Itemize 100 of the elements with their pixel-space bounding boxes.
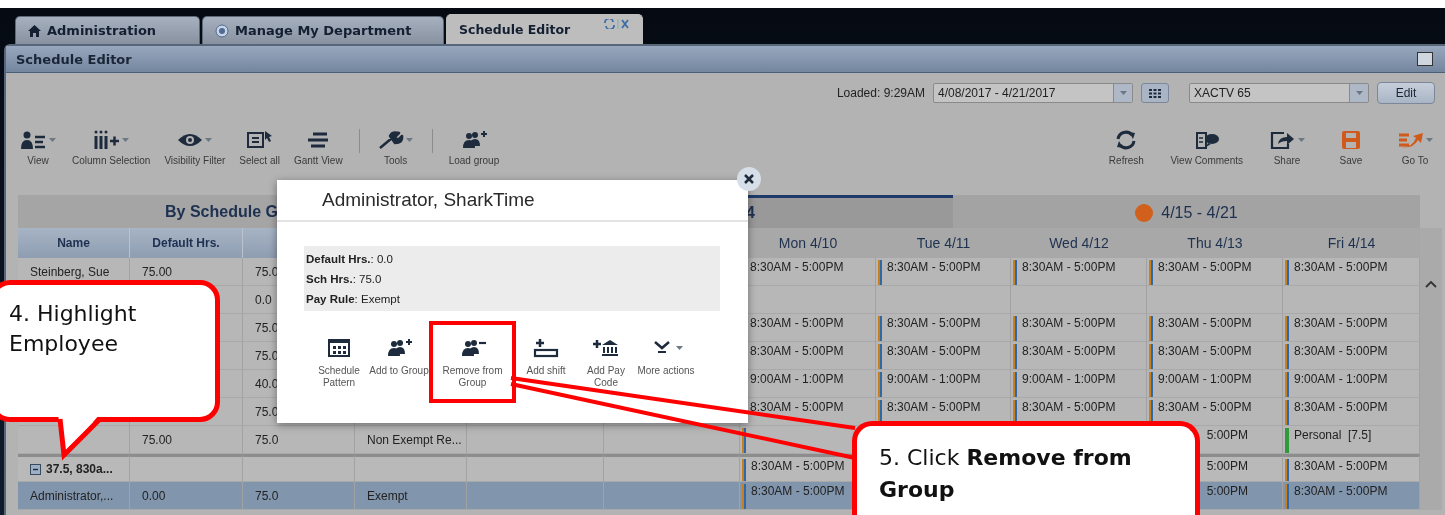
shift-time[interactable]: 8:30AM - 5:00PM: [1158, 260, 1252, 274]
shift-time[interactable]: 8:30AM - 5:00PM: [750, 344, 844, 358]
table-cell: Non Exempt Re...: [355, 426, 467, 454]
select-cursor-icon: [246, 130, 273, 150]
toolbar-button[interactable]: Visibility Filter: [164, 129, 226, 167]
people-minus-icon: [459, 338, 486, 358]
toolbar-button[interactable]: Save: [1331, 129, 1371, 167]
shift-time[interactable]: 8:30AM - 5:00PM: [750, 316, 844, 330]
toolbar-button[interactable]: View Comments: [1170, 129, 1243, 167]
action-button[interactable]: Add shift: [516, 337, 576, 377]
paycode-entry[interactable]: Personal [7.5]: [1294, 428, 1372, 442]
toolbar-button[interactable]: Share: [1267, 129, 1307, 167]
caret-icon: [121, 138, 129, 142]
tab[interactable]: Administration: [15, 16, 200, 44]
bank-plus-icon: [593, 338, 619, 358]
column-header[interactable]: Name: [18, 228, 130, 258]
action-button[interactable]: Add Pay Code: [576, 337, 636, 389]
shift-marker: [878, 344, 882, 369]
shift-time[interactable]: 8:30AM - 5:00PM: [1158, 400, 1252, 414]
shift-time[interactable]: 8:30AM - 5:00PM: [1158, 344, 1252, 358]
callout: 5. Click Remove from Group: [852, 421, 1200, 515]
action-button[interactable]: Remove from Group: [429, 321, 516, 403]
shift-marker: [1149, 260, 1153, 285]
shift-time[interactable]: 8:30AM - 5:00PM: [887, 316, 981, 330]
shift-time[interactable]: 8:30AM - 5:00PM: [1022, 316, 1116, 330]
action-button[interactable]: Add to Group: [369, 337, 429, 377]
shift-time[interactable]: 8:30AM - 5:00PM: [750, 260, 844, 274]
shift-time[interactable]: 8:30AM - 5:00PM: [1294, 260, 1388, 274]
shift-time[interactable]: 8:30AM - 5:00PM: [751, 484, 845, 498]
edit-button[interactable]: Edit: [1377, 82, 1435, 104]
location-dropdown[interactable]: XACTV 65: [1189, 83, 1369, 103]
shift-time[interactable]: 8:30AM - 5:00PM: [1294, 400, 1388, 414]
shift-time[interactable]: 8:30AM - 5:00PM: [1158, 316, 1252, 330]
week-tab[interactable]: 4/15 - 4/21: [953, 195, 1420, 228]
shift-time[interactable]: 9:00AM - 1:00PM: [887, 372, 981, 386]
calendar-button[interactable]: [1141, 83, 1169, 103]
shift-marker: [742, 484, 746, 509]
shift-time[interactable]: 9:00AM - 1:00PM: [1158, 372, 1252, 386]
shift-time[interactable]: 8:30AM - 5:00PM: [1022, 344, 1116, 358]
tab[interactable]: Schedule Editor: [446, 14, 643, 44]
add-shift-icon: [533, 338, 559, 358]
maximize-icon[interactable]: [1417, 52, 1433, 66]
shift-time[interactable]: 8:30AM - 5:00PM: [887, 344, 981, 358]
loaded-time: Loaded: 9:29AM: [836, 86, 925, 100]
shift-marker: [1285, 316, 1289, 341]
date-range-dropdown[interactable]: 4/08/2017 - 4/21/2017: [933, 83, 1133, 103]
toolbar-button[interactable]: Tools: [375, 129, 416, 167]
day-header: Fri 4/14: [1283, 228, 1420, 258]
shift-time[interactable]: 8:30AM - 5:00PM: [1294, 316, 1388, 330]
shift-marker: [1149, 372, 1153, 397]
toolbar-button[interactable]: Refresh: [1106, 129, 1147, 167]
window-title: Schedule Editor: [16, 51, 132, 67]
shift-time[interactable]: 9:00AM - 1:00PM: [1294, 372, 1388, 386]
goto-arrow-icon: [1397, 130, 1424, 150]
shift-time[interactable]: 5:00PM: [1206, 459, 1248, 473]
toolbar-button[interactable]: Select all: [239, 129, 280, 167]
shift-time[interactable]: 9:00AM - 1:00PM: [1022, 372, 1116, 386]
shift-time[interactable]: 9:00AM - 1:00PM: [750, 372, 844, 386]
popup-title: Administrator, SharkTime: [322, 189, 535, 211]
grid-icon: [1149, 88, 1161, 98]
toolbar-button[interactable]: View: [18, 129, 58, 167]
caret-icon: [1355, 91, 1363, 95]
shift-time[interactable]: 8:30AM - 5:00PM: [1294, 484, 1388, 498]
shift-time[interactable]: 8:30AM - 5:00PM: [751, 459, 845, 473]
calendar-grid-icon: [326, 338, 352, 358]
caret-icon: [676, 346, 683, 350]
shift-marker: [1285, 400, 1289, 425]
group-name[interactable]: 37.5, 830a...: [46, 462, 113, 476]
shift-marker: [1013, 316, 1017, 341]
scrollbar[interactable]: [1420, 228, 1442, 510]
close-icon[interactable]: [736, 166, 762, 192]
column-header[interactable]: Default Hrs.: [130, 228, 243, 258]
toolbar-button[interactable]: Go To: [1395, 129, 1435, 167]
shift-time[interactable]: 8:30AM - 5:00PM: [887, 400, 981, 414]
shift-marker: [1149, 344, 1153, 369]
shift-time[interactable]: 5:00PM: [1206, 428, 1248, 442]
caret-icon: [406, 138, 414, 142]
tab[interactable]: Manage My Department: [202, 16, 444, 44]
scroll-up-icon[interactable]: [1425, 280, 1437, 288]
shift-time[interactable]: 8:30AM - 5:00PM: [1294, 459, 1388, 473]
collapse-icon[interactable]: [30, 463, 41, 475]
shift-time[interactable]: 5:00PM: [1206, 484, 1248, 498]
toolbar-button[interactable]: Load group: [448, 129, 500, 167]
caret-icon: [48, 138, 56, 142]
callout-tail: [57, 414, 102, 461]
caret-icon: [1119, 91, 1127, 95]
shift-time[interactable]: 8:30AM - 5:00PM: [887, 260, 981, 274]
refresh-icon[interactable]: [604, 19, 615, 29]
wrench-icon: [378, 130, 405, 150]
shift-marker: [878, 372, 882, 397]
table-cell: 75.0: [243, 426, 355, 454]
caret-icon: [1425, 138, 1433, 142]
shift-time[interactable]: 8:30AM - 5:00PM: [1022, 260, 1116, 274]
shift-marker: [1013, 344, 1017, 369]
shift-time[interactable]: 8:30AM - 5:00PM: [750, 400, 844, 414]
action-button[interactable]: More actions: [636, 337, 696, 377]
toolbar-button[interactable]: Column Selection: [72, 129, 151, 167]
toolbar-button[interactable]: Gantt View: [293, 129, 343, 167]
shift-time[interactable]: 8:30AM - 5:00PM: [1294, 344, 1388, 358]
shift-time[interactable]: 8:30AM - 5:00PM: [1022, 400, 1116, 414]
